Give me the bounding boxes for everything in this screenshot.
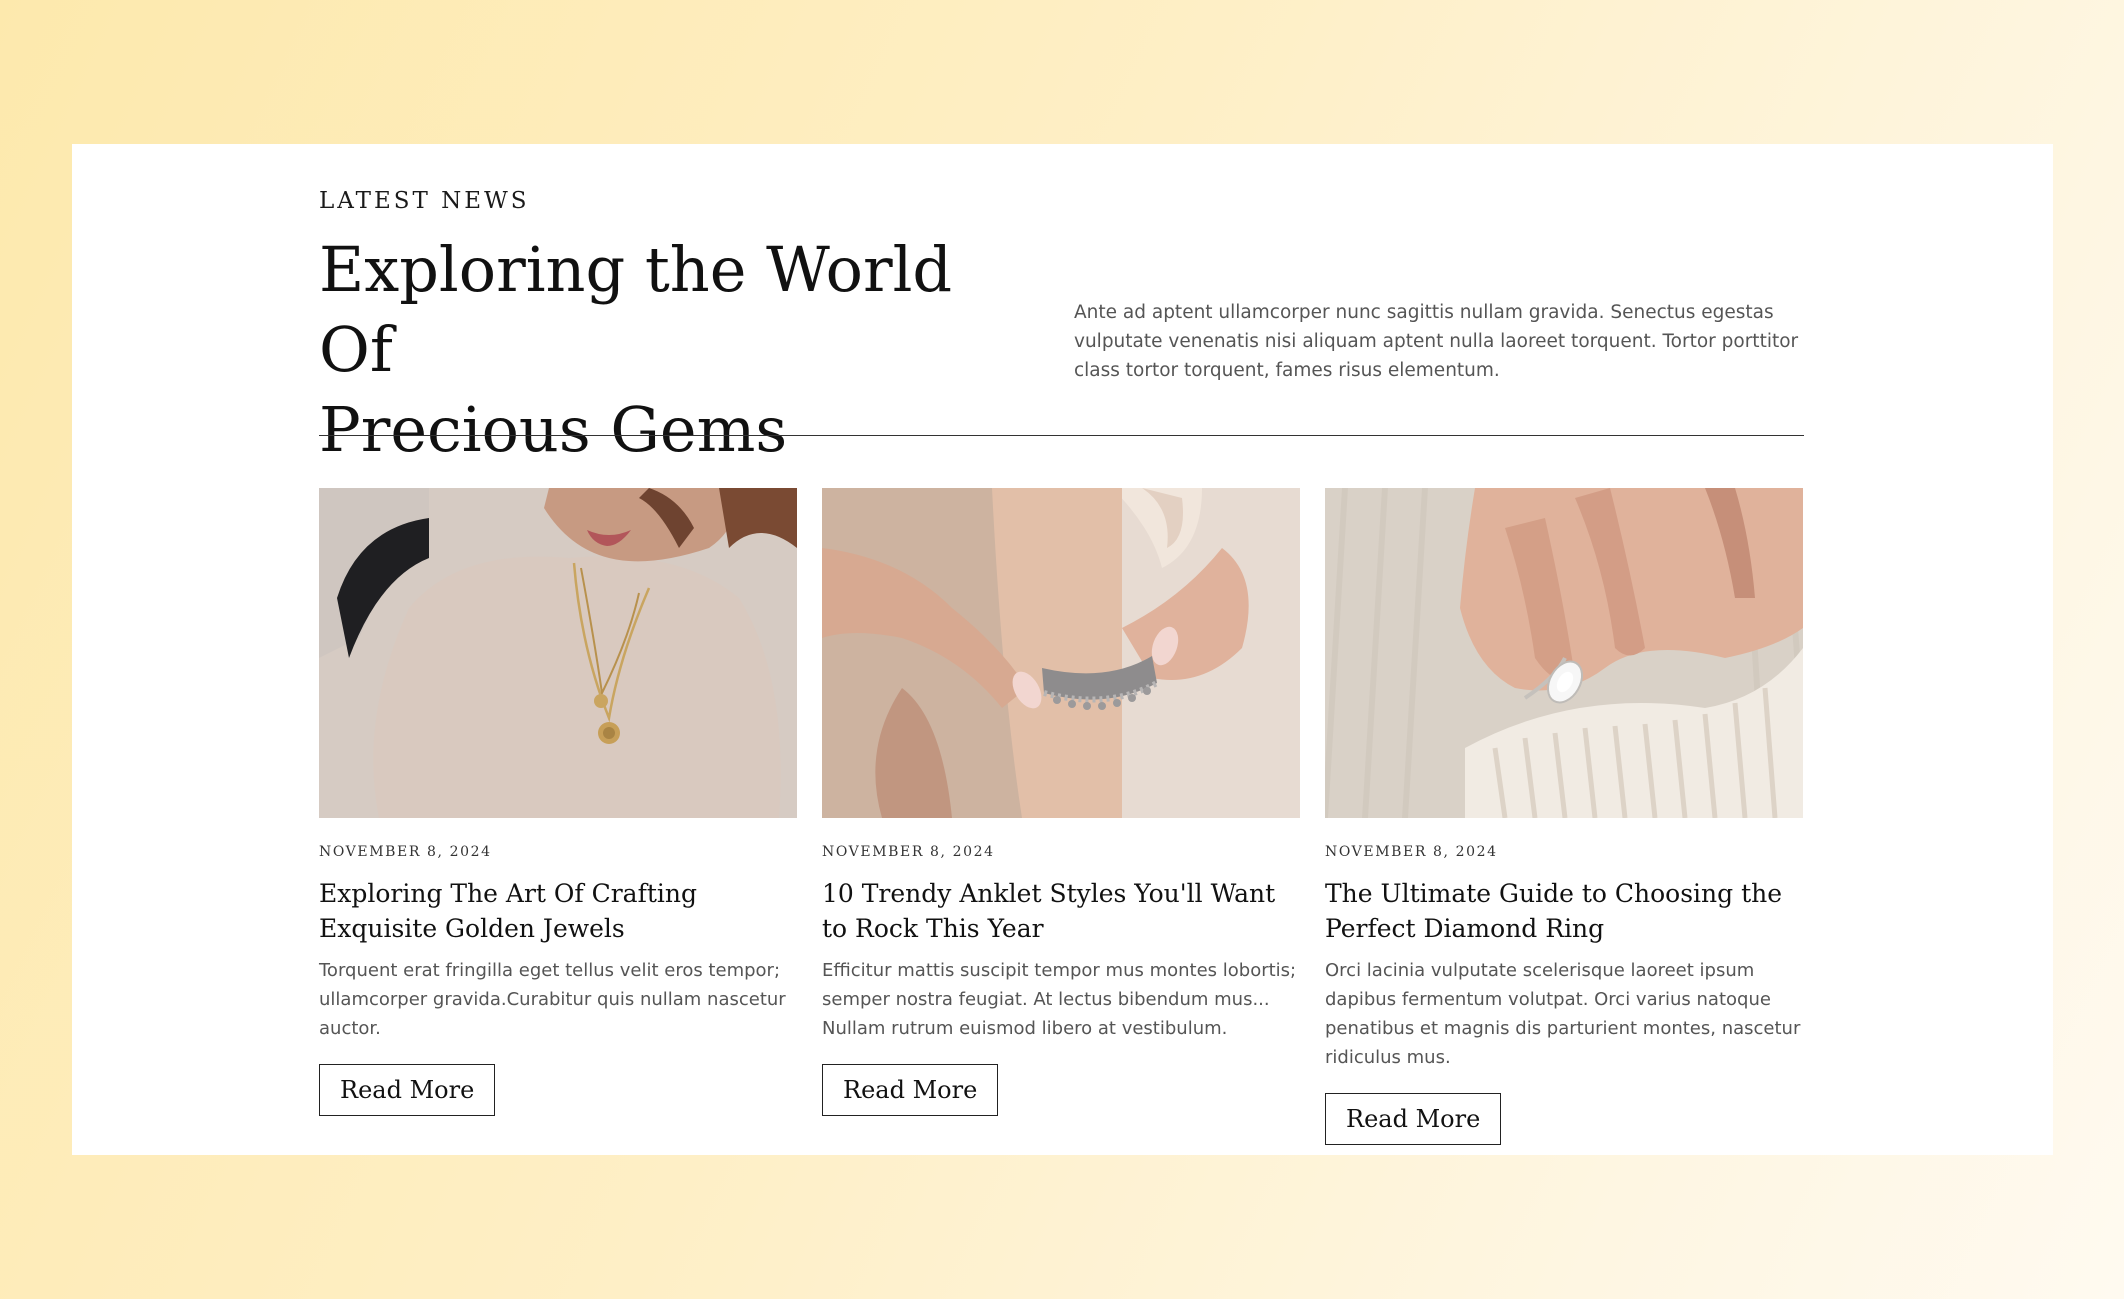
post-date: NOVEMBER 8, 2024 (822, 844, 995, 860)
read-more-button[interactable]: Read More (319, 1064, 496, 1116)
post-image-ring[interactable] (1325, 488, 1803, 818)
post-card: NOVEMBER 8, 2024 The Ultimate Guide to C… (1325, 488, 1803, 1145)
post-card: NOVEMBER 8, 2024 10 Trendy Anklet Styles… (822, 488, 1300, 1145)
read-more-button[interactable]: Read More (822, 1064, 999, 1116)
section-intro: Ante ad aptent ullamcorper nunc sagittis… (1074, 302, 1799, 381)
read-more-button[interactable]: Read More (1325, 1093, 1502, 1145)
section-divider (319, 435, 1804, 436)
necklace-photo-icon (319, 488, 797, 818)
section-headline: Exploring the World Of Precious Gems (319, 230, 1039, 470)
post-excerpt: Efficitur mattis suscipit tempor mus mon… (822, 960, 1297, 1039)
post-grid: NOVEMBER 8, 2024 Exploring The Art Of Cr… (319, 488, 1804, 1145)
post-card: NOVEMBER 8, 2024 Exploring The Art Of Cr… (319, 488, 797, 1145)
diamond-ring-photo-icon (1325, 488, 1803, 818)
headline-line-1: Exploring the World Of (319, 233, 953, 386)
post-image-anklet[interactable] (822, 488, 1300, 818)
post-excerpt: Orci lacinia vulputate scelerisque laore… (1325, 960, 1801, 1068)
section-inner: LATEST NEWS Exploring the World Of Preci… (319, 144, 1804, 1155)
post-image-necklace[interactable] (319, 488, 797, 818)
section-eyebrow: LATEST NEWS (319, 188, 530, 214)
post-date: NOVEMBER 8, 2024 (1325, 844, 1498, 860)
post-date: NOVEMBER 8, 2024 (319, 844, 492, 860)
post-title[interactable]: Exploring The Art Of Crafting Exquisite … (319, 876, 797, 946)
post-title[interactable]: 10 Trendy Anklet Styles You'll Want to R… (822, 876, 1300, 946)
latest-news-section: LATEST NEWS Exploring the World Of Preci… (72, 144, 2053, 1155)
anklet-photo-icon (822, 488, 1300, 818)
post-excerpt: Torquent erat fringilla eget tellus veli… (319, 960, 786, 1039)
post-title[interactable]: The Ultimate Guide to Choosing the Perfe… (1325, 876, 1803, 946)
headline-line-2: Precious Gems (319, 393, 788, 466)
